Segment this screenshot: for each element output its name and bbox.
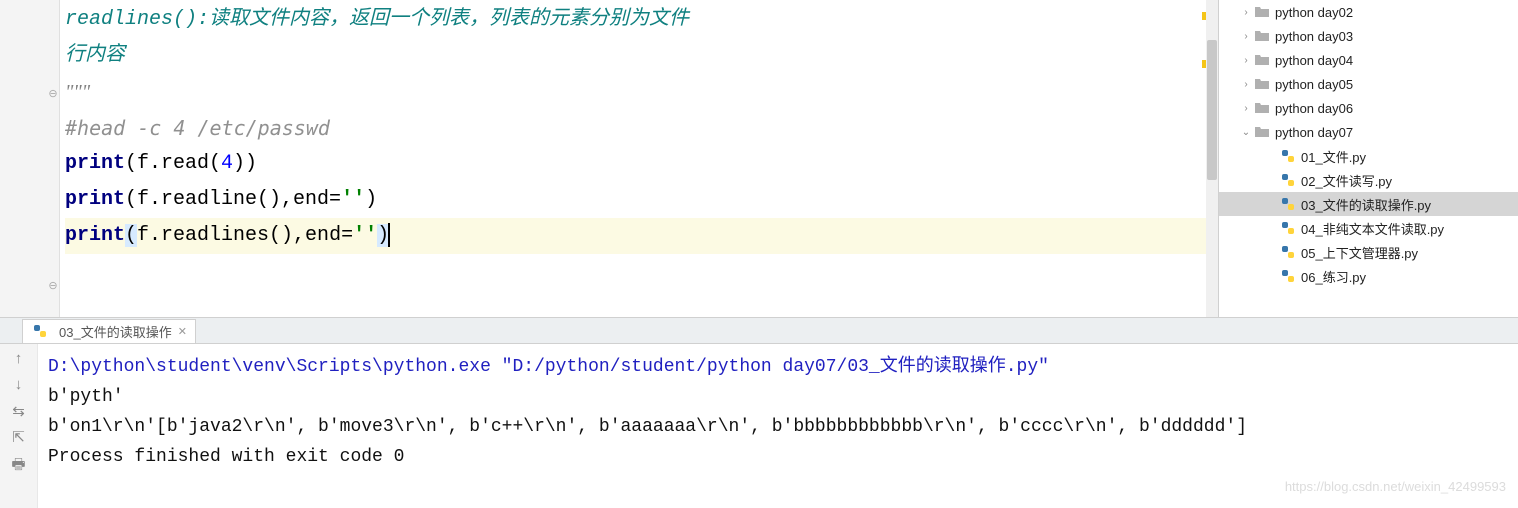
scroll-to-end-icon[interactable]: ⇱	[11, 428, 27, 444]
print-icon[interactable]: 🖶	[11, 454, 27, 470]
docstring-text: readlines():读取文件内容，返回一个列表，列表的元素分别为文件	[65, 8, 689, 31]
down-arrow-icon[interactable]: ↓	[11, 376, 27, 392]
python-file-icon	[1279, 220, 1297, 236]
fold-handle-icon[interactable]: ⊖	[46, 280, 60, 294]
code-editor[interactable]: ⊖ ⊖ readlines():读取文件内容，返回一个列表，列表的元素分别为文件…	[0, 0, 1218, 317]
tree-file[interactable]: 02_文件读写.py	[1219, 168, 1518, 192]
folder-icon	[1253, 100, 1271, 116]
close-icon[interactable]: ✕	[178, 325, 187, 338]
folder-icon	[1253, 4, 1271, 20]
soft-wrap-icon[interactable]: ⇆	[11, 402, 27, 418]
text-cursor	[388, 223, 390, 247]
python-file-icon	[31, 323, 49, 339]
docstring-text: 行内容	[65, 44, 125, 67]
folder-label: python day06	[1275, 101, 1353, 116]
tree-file[interactable]: 01_文件.py	[1219, 144, 1518, 168]
python-file-icon	[1279, 268, 1297, 284]
tree-folder[interactable]: › python day02	[1219, 0, 1518, 24]
code-line: print(f.readline(),end='')	[65, 182, 1218, 218]
folder-icon	[1253, 124, 1271, 140]
file-label: 03_文件的读取操作.py	[1301, 195, 1431, 214]
scrollbar-thumb[interactable]	[1207, 40, 1217, 180]
run-tab-bar: 03_文件的读取操作 ✕	[0, 318, 1518, 344]
folder-label: python day07	[1275, 125, 1353, 140]
chevron-right-icon[interactable]: ›	[1239, 79, 1253, 90]
tree-file[interactable]: 04_非纯文本文件读取.py	[1219, 216, 1518, 240]
watermark-text: https://blog.csdn.net/weixin_42499593	[1285, 472, 1506, 502]
tree-folder[interactable]: › python day03	[1219, 24, 1518, 48]
folder-label: python day05	[1275, 77, 1353, 92]
command-path: D:\python\student\venv\Scripts\python.ex…	[48, 357, 1049, 377]
console-toolbar: ↑ ↓ ⇆ ⇱ 🖶	[0, 344, 38, 508]
chevron-right-icon[interactable]: ›	[1239, 31, 1253, 42]
editor-gutter: ⊖ ⊖	[0, 0, 60, 317]
file-label: 05_上下文管理器.py	[1301, 243, 1418, 262]
chevron-right-icon[interactable]: ›	[1239, 7, 1253, 18]
file-label: 02_文件读写.py	[1301, 171, 1392, 190]
folder-icon	[1253, 52, 1271, 68]
folder-icon	[1253, 28, 1271, 44]
python-file-icon	[1279, 172, 1297, 188]
project-tree[interactable]: ›python day02›python day03›python day04›…	[1218, 0, 1518, 317]
docstring-end: """	[65, 81, 90, 103]
folder-label: python day04	[1275, 53, 1353, 68]
code-line: print(f.read(4))	[65, 146, 1218, 182]
folder-icon	[1253, 76, 1271, 92]
tree-folder[interactable]: › python day05	[1219, 72, 1518, 96]
tree-file[interactable]: 03_文件的读取操作.py	[1219, 192, 1518, 216]
exit-message: Process finished with exit code 0	[48, 442, 1508, 472]
up-arrow-icon[interactable]: ↑	[11, 350, 27, 366]
chevron-right-icon[interactable]: ›	[1239, 103, 1253, 114]
folder-label: python day03	[1275, 29, 1353, 44]
tree-folder[interactable]: ⌄ python day07	[1219, 120, 1518, 144]
run-tab[interactable]: 03_文件的读取操作 ✕	[22, 319, 196, 343]
python-file-icon	[1279, 196, 1297, 212]
tree-folder[interactable]: › python day06	[1219, 96, 1518, 120]
python-file-icon	[1279, 244, 1297, 260]
chevron-down-icon[interactable]: ⌄	[1239, 127, 1253, 138]
output-line: b'on1\r\n'[b'java2\r\n', b'move3\r\n', b…	[48, 412, 1508, 442]
chevron-right-icon[interactable]: ›	[1239, 55, 1253, 66]
output-line: b'pyth'	[48, 382, 1508, 412]
code-line-active: print(f.readlines(),end='')	[65, 218, 1218, 254]
tree-file[interactable]: 05_上下文管理器.py	[1219, 240, 1518, 264]
editor-scrollbar[interactable]	[1206, 0, 1218, 317]
comment-text: #head -c 4 /etc/passwd	[65, 116, 330, 140]
file-label: 01_文件.py	[1301, 147, 1366, 166]
console-output[interactable]: D:\python\student\venv\Scripts\python.ex…	[38, 344, 1518, 508]
tree-folder[interactable]: › python day04	[1219, 48, 1518, 72]
run-tab-label: 03_文件的读取操作	[59, 322, 172, 341]
python-file-icon	[1279, 148, 1297, 164]
file-label: 04_非纯文本文件读取.py	[1301, 219, 1444, 238]
file-label: 06_练习.py	[1301, 267, 1366, 286]
marker-bar	[1196, 0, 1206, 317]
tree-file[interactable]: 06_练习.py	[1219, 264, 1518, 288]
folder-label: python day02	[1275, 5, 1353, 20]
fold-handle-icon[interactable]: ⊖	[46, 88, 60, 102]
